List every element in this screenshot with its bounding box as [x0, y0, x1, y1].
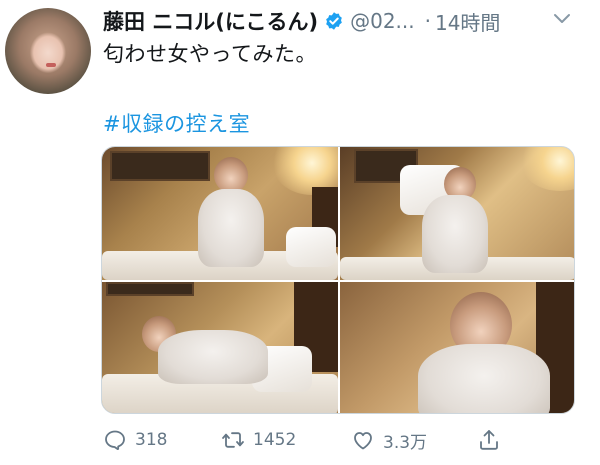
- display-name[interactable]: 藤田 ニコル(にこるん): [103, 6, 318, 36]
- avatar[interactable]: [5, 8, 91, 94]
- share-icon: [480, 430, 498, 450]
- verified-icon: [326, 12, 342, 30]
- reply-icon: [105, 430, 125, 450]
- like-icon: [354, 432, 372, 450]
- reply-button[interactable]: 318: [103, 424, 167, 456]
- tweet-actions: 318 1452 3.3万: [101, 424, 581, 456]
- person-body: [422, 195, 488, 273]
- user-handle[interactable]: @02...: [350, 9, 415, 33]
- photo-1[interactable]: [102, 147, 338, 280]
- tweet-header: 藤田 ニコル(にこるん) @02... · 14時間: [103, 6, 500, 36]
- window: [110, 151, 210, 181]
- lamp-glow: [520, 147, 574, 191]
- reply-count: 318: [135, 430, 168, 450]
- avatar-lips: [46, 63, 57, 68]
- photo-2[interactable]: [340, 147, 574, 280]
- photo-4[interactable]: [340, 282, 574, 413]
- retweet-button[interactable]: 1452: [221, 424, 296, 456]
- person-head: [214, 157, 248, 193]
- retweet-icon: [222, 432, 244, 448]
- tweet-timestamp[interactable]: 14時間: [435, 7, 500, 36]
- pillow: [286, 227, 336, 267]
- tweet-text: 匂わせ女やってみた。: [103, 42, 317, 66]
- retweet-count: 1452: [253, 430, 297, 450]
- person-body: [198, 189, 264, 267]
- separator-dot: ·: [424, 9, 431, 33]
- person-body: [158, 330, 268, 384]
- hashtag-link[interactable]: #収録の控え室: [103, 108, 250, 138]
- person-body: [418, 344, 550, 413]
- caret-down-icon[interactable]: [552, 12, 572, 26]
- window: [106, 282, 194, 296]
- share-button[interactable]: [477, 424, 509, 456]
- like-button[interactable]: 3.3万: [351, 424, 427, 456]
- media-grid: [101, 146, 575, 414]
- photo-3[interactable]: [102, 282, 338, 413]
- like-count: 3.3万: [383, 432, 428, 453]
